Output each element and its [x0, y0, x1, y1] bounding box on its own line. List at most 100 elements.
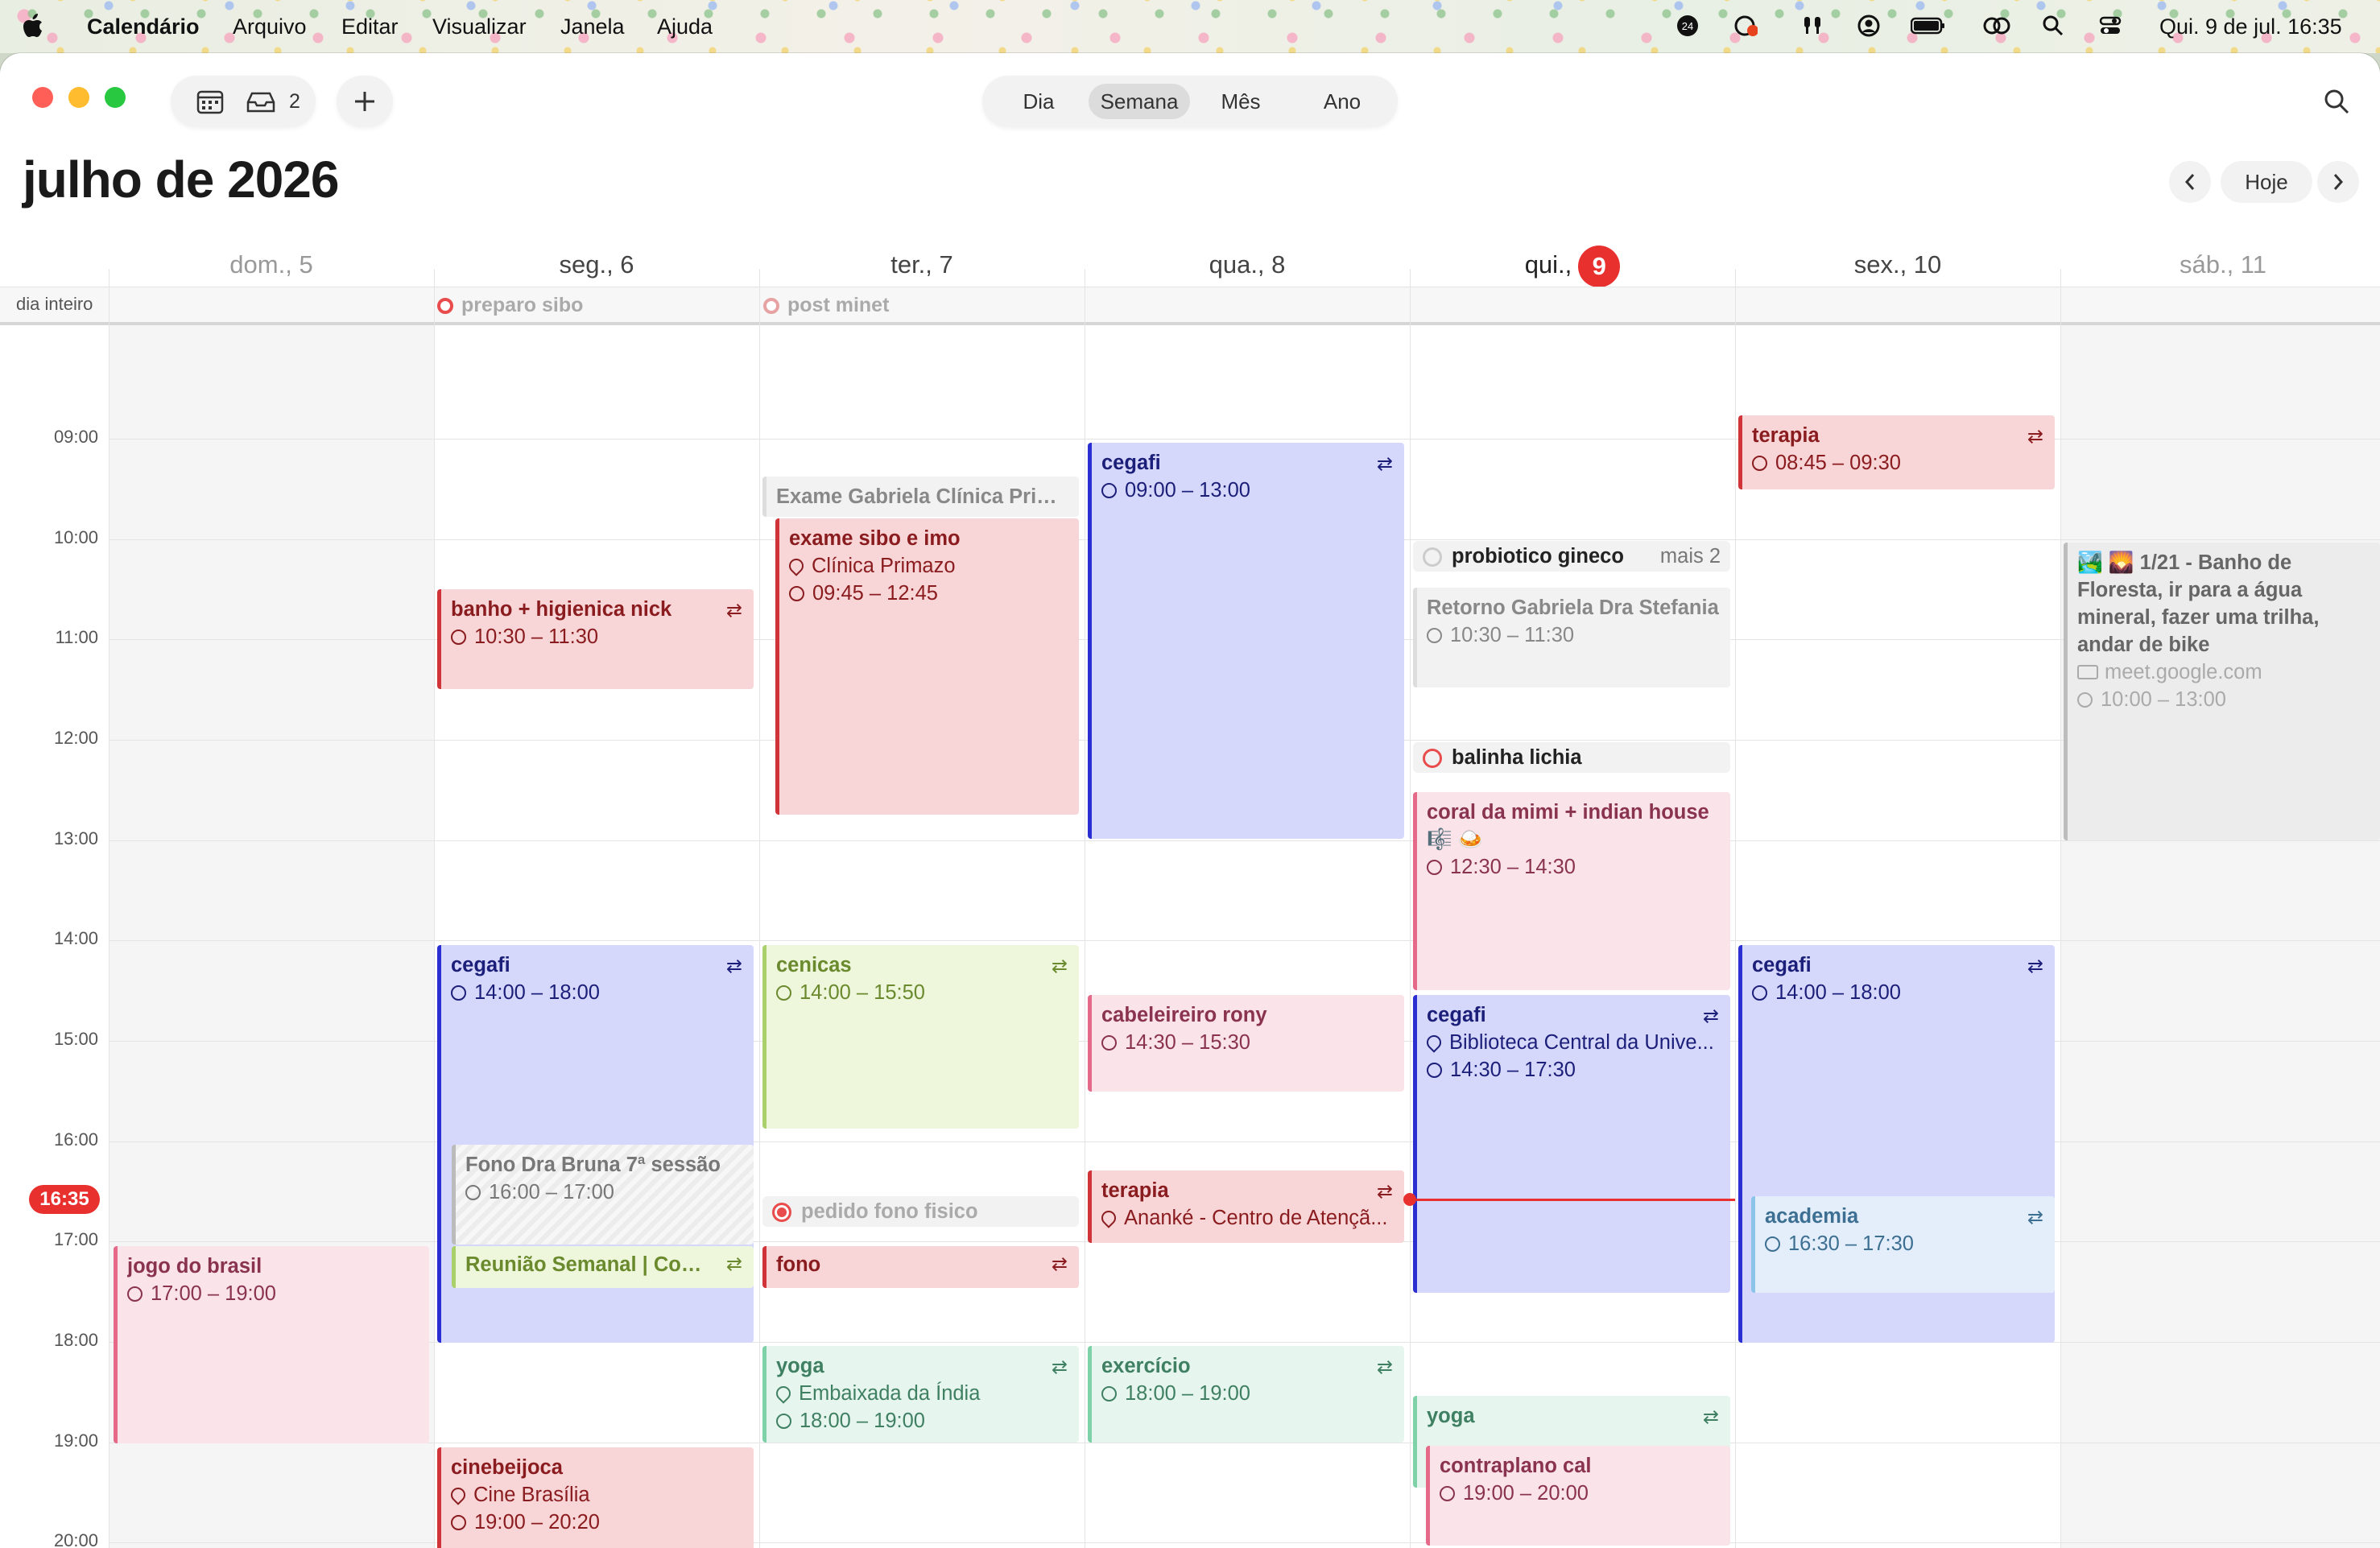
menu-arquivo[interactable]: Arquivo [233, 13, 307, 40]
current-time-line [1410, 1199, 1735, 1201]
day-header-mon[interactable]: seg., 6 [434, 241, 759, 289]
user-account-icon[interactable] [1857, 14, 1881, 38]
day-header-wed[interactable]: qua., 8 [1085, 241, 1410, 289]
menu-app-name[interactable]: Calendário [87, 13, 200, 40]
location-pin-icon [1427, 1032, 1444, 1053]
inbox-count[interactable]: 2 [280, 76, 309, 127]
event-title: terapia [1101, 1179, 1169, 1202]
day-header-fri[interactable]: sex., 10 [1735, 241, 2060, 289]
event-location: Biblioteca Central da Unive... [1449, 1031, 1714, 1054]
day-header-sun[interactable]: dom., 5 [109, 241, 434, 289]
event-banho-higienica[interactable]: ⇄ banho + higienica nick 10:30 – 11:30 [437, 589, 754, 689]
event-title: Fono Dra Bruna 7ª sessão [465, 1154, 721, 1176]
zoom-window-button[interactable] [105, 87, 126, 108]
event-time: 14:00 – 18:00 [1775, 981, 1901, 1004]
day-header-thu[interactable]: qui., 9 [1410, 241, 1735, 289]
event-link[interactable]: meet.google.com [2105, 661, 2262, 683]
status-24-icon[interactable]: 24 [1676, 14, 1700, 38]
event-banho-de-floresta[interactable]: 🏞️ 🌄 1/21 - Banho de Floresta, ir para a… [2064, 543, 2380, 840]
menu-janela[interactable]: Janela [560, 13, 625, 40]
event-time: 10:00 – 13:00 [2101, 688, 2226, 711]
hour-label: 09:00 [53, 427, 98, 447]
repeat-icon: ⇄ [725, 956, 742, 977]
event-coral-da-mimi[interactable]: coral da mimi + indian house 🎼 🍛 12:30 –… [1413, 792, 1730, 990]
event-exercicio[interactable]: ⇄ exercício 18:00 – 19:00 [1088, 1346, 1404, 1443]
view-month-tab[interactable]: Mês [1196, 84, 1285, 119]
column-divider [2060, 269, 2061, 1548]
event-retorno-gabriela[interactable]: Retorno Gabriela Dra Stefania 10:30 – 11… [1413, 588, 1730, 687]
repeat-icon: ⇄ [1051, 956, 1068, 977]
repeat-icon: ⇄ [2027, 426, 2043, 448]
view-week-tab[interactable]: Semana [1089, 84, 1190, 119]
event-fono[interactable]: ⇄ fono [762, 1246, 1079, 1288]
event-jogo-do-brasil[interactable]: jogo do brasil 17:00 – 19:00 [114, 1246, 429, 1443]
event-title: cenicas [776, 954, 852, 976]
repeat-icon: ⇄ [725, 600, 742, 621]
close-window-button[interactable] [32, 87, 53, 108]
minimize-window-button[interactable] [68, 87, 89, 108]
event-title: coral da mimi + indian house 🎼 🍛 [1427, 801, 1709, 851]
reminder-pedido-fono[interactable]: pedido fono fisico [762, 1196, 1079, 1227]
day-header-tue[interactable]: ter., 7 [759, 241, 1085, 289]
event-time: 19:00 – 20:00 [1463, 1482, 1589, 1505]
location-pin-icon [451, 1484, 469, 1505]
today-button[interactable]: Hoje [2221, 161, 2312, 203]
status-app-icon[interactable] [1733, 14, 1758, 38]
next-week-button[interactable] [2317, 161, 2359, 203]
allday-event-post-minet[interactable]: post minet [763, 290, 889, 320]
calendars-list-icon[interactable] [182, 76, 238, 127]
view-day-tab[interactable]: Dia [995, 84, 1082, 119]
add-event-button[interactable] [337, 76, 393, 127]
event-cegafi-wednesday[interactable]: ⇄ cegafi 09:00 – 13:00 [1088, 443, 1404, 839]
event-exame-sibo[interactable]: exame sibo e imo Clínica Primazo 09:45 –… [775, 518, 1079, 815]
search-icon[interactable] [2311, 76, 2362, 127]
hour-label: 14:00 [53, 928, 98, 948]
menu-ajuda[interactable]: Ajuda [657, 13, 713, 40]
view-year-tab[interactable]: Ano [1298, 84, 1386, 119]
event-title: exercício [1101, 1355, 1191, 1377]
clock-icon [1101, 483, 1117, 498]
inbox-tray-icon[interactable] [238, 76, 283, 127]
repeat-icon: ⇄ [1051, 1356, 1068, 1378]
event-title: cegafi [1427, 1004, 1486, 1026]
airpods-icon[interactable] [1800, 14, 1824, 38]
reminder-probiotico-gineco[interactable]: probiotico gineco mais 2 [1413, 541, 1730, 572]
day-header-sat[interactable]: sáb., 11 [2060, 241, 2380, 289]
menu-editar[interactable]: Editar [341, 13, 399, 40]
reminder-title: balinha lichia [1452, 746, 1582, 769]
previous-week-button[interactable] [2169, 161, 2211, 203]
event-contraplano-cal[interactable]: contraplano cal 19:00 – 20:00 [1426, 1446, 1730, 1546]
menu-visualizar[interactable]: Visualizar [432, 13, 527, 40]
event-cabeleireiro-rony[interactable]: cabeleireiro rony 14:30 – 15:30 [1088, 995, 1404, 1092]
apple-menu-icon[interactable] [21, 14, 45, 38]
event-location: Cine Brasília [473, 1484, 590, 1506]
event-location: Ananké - Centro de Atençã... [1124, 1207, 1388, 1229]
more-events-link[interactable]: mais 2 [1660, 541, 1721, 572]
clock-icon [465, 1185, 481, 1200]
event-reuniao-semanal[interactable]: ⇄ Reunião Semanal | Com... [452, 1246, 754, 1288]
clock-icon [1765, 1236, 1780, 1252]
control-center-icon[interactable] [2098, 14, 2122, 38]
event-exame-gabriela[interactable]: Exame Gabriela Clínica Prim... [762, 477, 1079, 517]
event-cenicas[interactable]: ⇄ cenicas 14:00 – 15:50 [762, 945, 1079, 1129]
event-cinebeijoca[interactable]: cinebeijoca Cine Brasília 19:00 – 20:20 [437, 1447, 754, 1548]
event-fono-dra-bruna[interactable]: Fono Dra Bruna 7ª sessão 16:00 – 17:00 [452, 1145, 754, 1245]
clock-icon [1427, 628, 1442, 643]
menu-clock[interactable]: Qui. 9 de jul. 16:35 [2159, 13, 2342, 40]
event-terapia-friday[interactable]: ⇄ terapia 08:45 – 09:30 [1738, 415, 2055, 489]
repeat-icon: ⇄ [1051, 1253, 1068, 1275]
event-academia[interactable]: ⇄ academia 16:30 – 17:30 [1751, 1196, 2055, 1293]
clock-icon [1752, 985, 1767, 1001]
reminder-title: pedido fono fisico [801, 1200, 978, 1223]
svg-text:24: 24 [1682, 20, 1693, 32]
hour-label: 15:00 [53, 1029, 98, 1049]
reminder-balinha-lichia[interactable]: balinha lichia [1413, 742, 1730, 773]
event-yoga-tuesday[interactable]: ⇄ yoga Embaixada da Índia 18:00 – 19:00 [762, 1346, 1079, 1443]
battery-icon[interactable] [1911, 14, 1946, 38]
screen-mirroring-icon[interactable] [1981, 14, 2013, 38]
allday-event-preparo-sibo[interactable]: preparo sibo [437, 290, 583, 320]
spotlight-search-icon[interactable] [2041, 14, 2065, 38]
clock-icon [1101, 1386, 1117, 1401]
event-terapia-wednesday[interactable]: ⇄ terapia Ananké - Centro de Atençã... [1088, 1170, 1404, 1243]
event-cegafi-thursday[interactable]: ⇄ cegafi Biblioteca Central da Unive... … [1413, 995, 1730, 1293]
